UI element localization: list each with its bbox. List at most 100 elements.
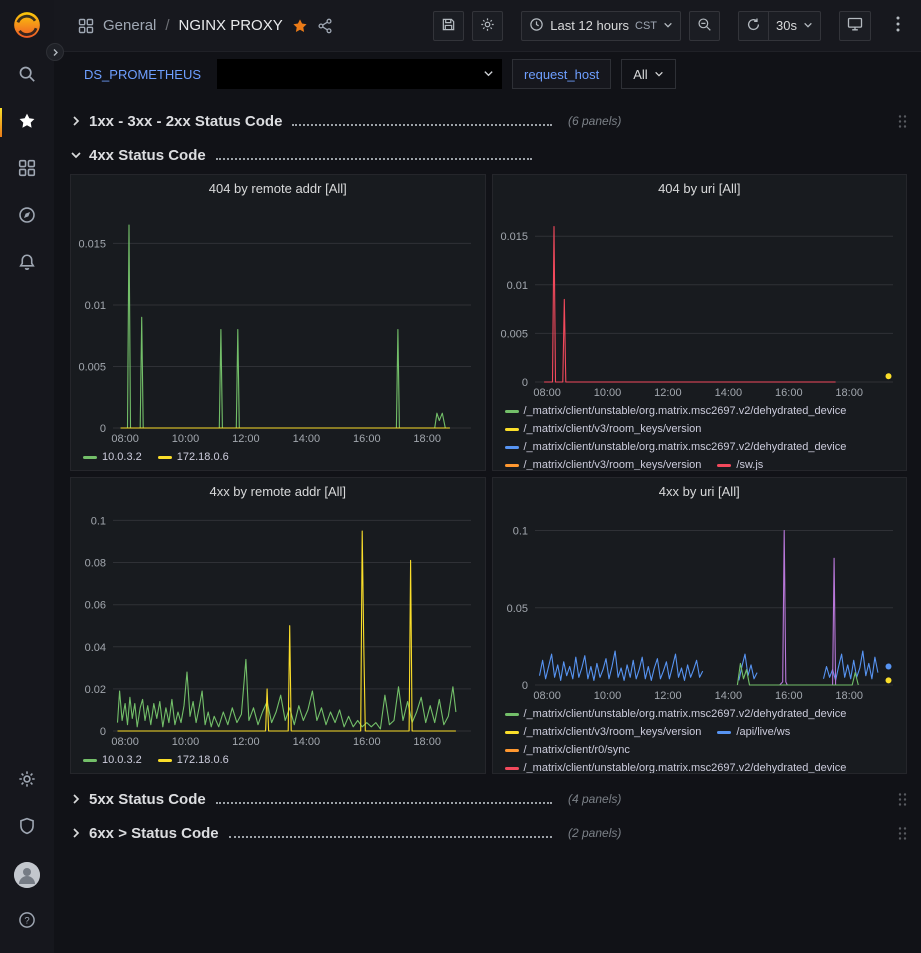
svg-text:0.05: 0.05 [506, 603, 527, 615]
timeseries-chart[interactable]: 00.0050.010.01508:0010:0012:0014:0016:00… [71, 201, 485, 446]
sidebar-item-help[interactable]: ? [0, 898, 54, 945]
legend-item[interactable]: /sw.js [717, 456, 763, 470]
save-dashboard-button[interactable] [433, 11, 464, 41]
timeseries-chart[interactable]: 00.050.108:0010:0012:0014:0016:0018:00 [493, 504, 907, 703]
panel-title[interactable]: 404 by remote addr [All] [71, 175, 485, 201]
sidebar-item-starred[interactable] [0, 99, 54, 146]
panel-grid: 404 by remote addr [All]00.0050.010.0150… [70, 174, 907, 774]
svg-text:10:00: 10:00 [172, 433, 200, 445]
topbar-actions: Last 12 hours CST [433, 11, 907, 41]
svg-text:0: 0 [521, 377, 527, 389]
panel-legend: /_matrix/client/unstable/org.matrix.msc2… [493, 703, 907, 773]
svg-text:10:00: 10:00 [172, 736, 200, 748]
legend-item[interactable]: /_matrix/client/unstable/org.matrix.msc2… [505, 705, 847, 723]
legend-item[interactable]: 10.0.3.2 [83, 448, 142, 466]
row-drag-handle[interactable] [898, 792, 907, 807]
panel-title[interactable]: 4xx by uri [All] [493, 478, 907, 504]
main-area: General / NGINX PROXY [54, 0, 921, 953]
cycle-view-mode-button[interactable] [839, 11, 871, 41]
svg-text:16:00: 16:00 [775, 387, 803, 399]
legend-item[interactable]: 10.0.3.2 [83, 751, 142, 769]
datasource-variable-label[interactable]: DS_PROMETHEUS [78, 61, 207, 88]
row-4xx[interactable]: 4xx Status Code [70, 138, 907, 172]
grafana-logo[interactable] [12, 10, 42, 40]
svg-text:18:00: 18:00 [835, 690, 863, 702]
sidebar-item-configuration[interactable] [0, 757, 54, 804]
sidebar-item-alerting[interactable] [0, 240, 54, 287]
more-options-kebab[interactable] [889, 11, 907, 41]
request-host-variable-label[interactable]: request_host [512, 59, 611, 89]
chevron-down-icon [663, 18, 673, 33]
dashboards-icon [18, 159, 36, 180]
timeseries-chart[interactable]: 00.020.040.060.080.108:0010:0012:0014:00… [71, 504, 485, 749]
row-dotted-leader [216, 802, 552, 804]
svg-text:0: 0 [521, 680, 527, 692]
legend-item[interactable]: /_matrix/client/unstable/org.matrix.msc2… [505, 402, 847, 420]
legend-item[interactable]: /_matrix/client/v3/room_keys/version [505, 723, 702, 741]
refresh-icon [746, 17, 761, 35]
legend-item[interactable]: /_matrix/client/v3/room_keys/version [505, 420, 702, 438]
row-dotted-leader [216, 158, 532, 160]
legend-swatch [505, 428, 519, 431]
dashboard-title[interactable]: NGINX PROXY [179, 17, 283, 34]
legend-item[interactable]: /_matrix/client/unstable/org.matrix.msc2… [505, 759, 847, 773]
zoom-out-time-button[interactable] [689, 11, 720, 41]
apps-grid-icon[interactable] [78, 18, 94, 34]
row-drag-handle[interactable] [898, 114, 907, 129]
svg-text:0: 0 [100, 726, 106, 738]
sidebar-item-server-admin[interactable] [0, 804, 54, 851]
svg-text:0.015: 0.015 [78, 238, 106, 250]
sidebar-bottom: ? [0, 757, 54, 945]
legend-label: /_matrix/client/r0/sync [524, 741, 630, 759]
svg-text:0.08: 0.08 [85, 558, 106, 570]
legend-label: /api/live/ws [736, 723, 790, 741]
row-5xx[interactable]: 5xx Status Code (4 panels) [70, 782, 907, 816]
svg-text:18:00: 18:00 [835, 387, 863, 399]
refresh-interval-dropdown[interactable]: 30s [769, 11, 821, 41]
request-host-variable-dropdown[interactable]: All [621, 59, 675, 89]
legend-swatch [505, 446, 519, 449]
alerting-bell-icon [18, 253, 36, 274]
legend-swatch [717, 464, 731, 467]
panel-legend: /_matrix/client/unstable/org.matrix.msc2… [493, 400, 907, 470]
legend-item[interactable]: /_matrix/client/v3/room_keys/version [505, 456, 702, 470]
row-6xx[interactable]: 6xx > Status Code (2 panels) [70, 816, 907, 850]
favorite-star-icon[interactable] [292, 18, 308, 34]
legend-item[interactable]: /_matrix/client/r0/sync [505, 741, 630, 759]
legend-item[interactable]: 172.18.0.6 [158, 751, 229, 769]
datasource-variable-dropdown[interactable] [217, 59, 502, 89]
refresh-button[interactable] [738, 11, 769, 41]
chevron-down-icon [70, 149, 82, 161]
svg-text:14:00: 14:00 [714, 387, 742, 399]
row-1xx-3xx-2xx[interactable]: 1xx - 3xx - 2xx Status Code (6 panels) [70, 104, 907, 138]
share-icon[interactable] [317, 18, 333, 34]
legend-item[interactable]: /api/live/ws [717, 723, 790, 741]
sidebar-item-profile[interactable] [0, 851, 54, 898]
panel-title[interactable]: 4xx by remote addr [All] [71, 478, 485, 504]
explore-compass-icon [18, 206, 36, 227]
breadcrumb-folder[interactable]: General [103, 17, 156, 34]
svg-text:?: ? [24, 915, 29, 926]
legend-swatch [505, 749, 519, 752]
svg-text:12:00: 12:00 [232, 433, 260, 445]
sidebar-expand-button[interactable] [46, 43, 64, 61]
timeseries-chart[interactable]: 00.0050.010.01508:0010:0012:0014:0016:00… [493, 201, 907, 400]
svg-text:0: 0 [100, 423, 106, 435]
panel-legend: 10.0.3.2 172.18.0.6 [71, 446, 485, 470]
sidebar-item-explore[interactable] [0, 193, 54, 240]
sidebar-item-dashboards[interactable] [0, 146, 54, 193]
dashboard-settings-button[interactable] [472, 11, 503, 41]
legend-item[interactable]: /_matrix/client/unstable/org.matrix.msc2… [505, 438, 847, 456]
panel-title[interactable]: 404 by uri [All] [493, 175, 907, 201]
clock-icon [529, 17, 544, 35]
row-drag-handle[interactable] [898, 826, 907, 841]
legend-item[interactable]: 172.18.0.6 [158, 448, 229, 466]
legend-label: /_matrix/client/unstable/org.matrix.msc2… [524, 759, 847, 773]
svg-text:18:00: 18:00 [413, 433, 441, 445]
time-range-picker[interactable]: Last 12 hours CST [521, 11, 681, 41]
svg-text:12:00: 12:00 [654, 690, 682, 702]
legend-label: /_matrix/client/unstable/org.matrix.msc2… [524, 402, 847, 420]
sidebar-item-search[interactable] [0, 52, 54, 99]
chevron-right-icon [70, 115, 82, 127]
svg-text:0.01: 0.01 [85, 300, 106, 312]
